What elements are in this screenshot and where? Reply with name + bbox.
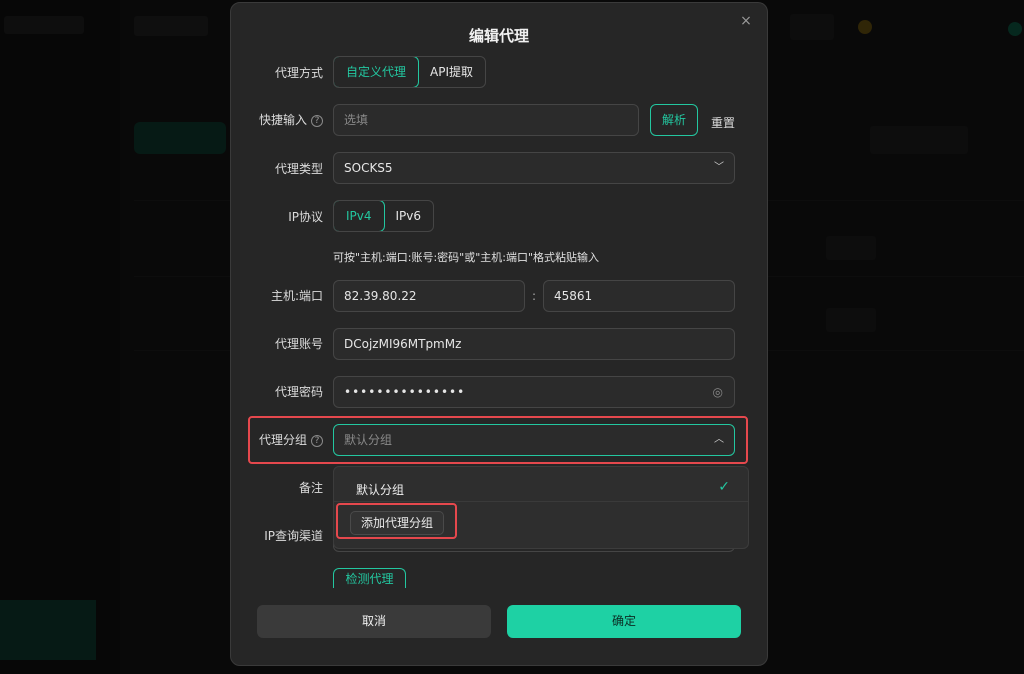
- quick-input-label: 快捷输入?: [231, 111, 323, 128]
- host-input[interactable]: 82.39.80.22: [333, 280, 525, 312]
- highlight-box-add-group: [336, 503, 457, 539]
- chevron-down-icon: ﹀: [714, 162, 724, 173]
- ip-protocol-label: IP协议: [288, 210, 323, 224]
- highlight-box-proxy-group: [248, 416, 748, 464]
- proxy-type-value: SOCKS5: [344, 161, 393, 175]
- check-icon: ✓: [718, 479, 730, 495]
- proxy-account-label: 代理账号: [274, 337, 323, 351]
- remark-label: 备注: [298, 481, 323, 495]
- proxy-type-select[interactable]: SOCKS5 ﹀: [333, 152, 735, 184]
- proxy-password-input[interactable]: ••••••••••••••• ◎: [333, 376, 735, 408]
- close-icon[interactable]: ×: [739, 14, 753, 28]
- proxy-type-label: 代理类型: [274, 162, 323, 176]
- dropdown-divider: [334, 501, 748, 502]
- tab-ipv4[interactable]: IPv4: [334, 201, 385, 231]
- dialog-title: 编辑代理: [468, 27, 529, 45]
- proxy-method-label: 代理方式: [274, 66, 323, 80]
- ip-protocol-segmented: IPv4 IPv6: [333, 200, 435, 232]
- port-input[interactable]: 45861: [543, 280, 735, 312]
- proxy-account-input[interactable]: DCojzMI96MTpmMz: [333, 328, 735, 360]
- parse-button[interactable]: 解析: [650, 104, 698, 136]
- quick-input-label-text: 快捷输入: [258, 113, 307, 127]
- proxy-method-segmented: 自定义代理 API提取: [333, 56, 487, 88]
- dropdown-option-default-group[interactable]: 默认分组: [356, 481, 404, 498]
- help-icon[interactable]: ?: [311, 115, 323, 127]
- host-port-separator: :: [532, 289, 537, 303]
- test-proxy-button[interactable]: 检测代理: [333, 568, 406, 588]
- tab-ipv6[interactable]: IPv6: [384, 201, 434, 231]
- password-value: •••••••••••••••: [344, 385, 466, 399]
- proxy-password-label: 代理密码: [274, 385, 323, 399]
- tab-custom-proxy[interactable]: 自定义代理: [334, 57, 420, 87]
- host-port-label: 主机:端口: [270, 289, 323, 303]
- cancel-button[interactable]: 取消: [257, 605, 491, 638]
- confirm-button[interactable]: 确定: [507, 605, 741, 638]
- eye-off-icon[interactable]: ◎: [713, 377, 724, 407]
- quick-input-field[interactable]: 选填: [333, 104, 639, 136]
- ip-channel-label: IP查询渠道: [264, 529, 323, 543]
- tab-api-extract[interactable]: API提取: [418, 57, 485, 87]
- reset-button[interactable]: 重置: [711, 114, 735, 131]
- paste-format-hint: 可按"主机:端口:账号:密码"或"主机:端口"格式粘贴输入: [333, 251, 600, 264]
